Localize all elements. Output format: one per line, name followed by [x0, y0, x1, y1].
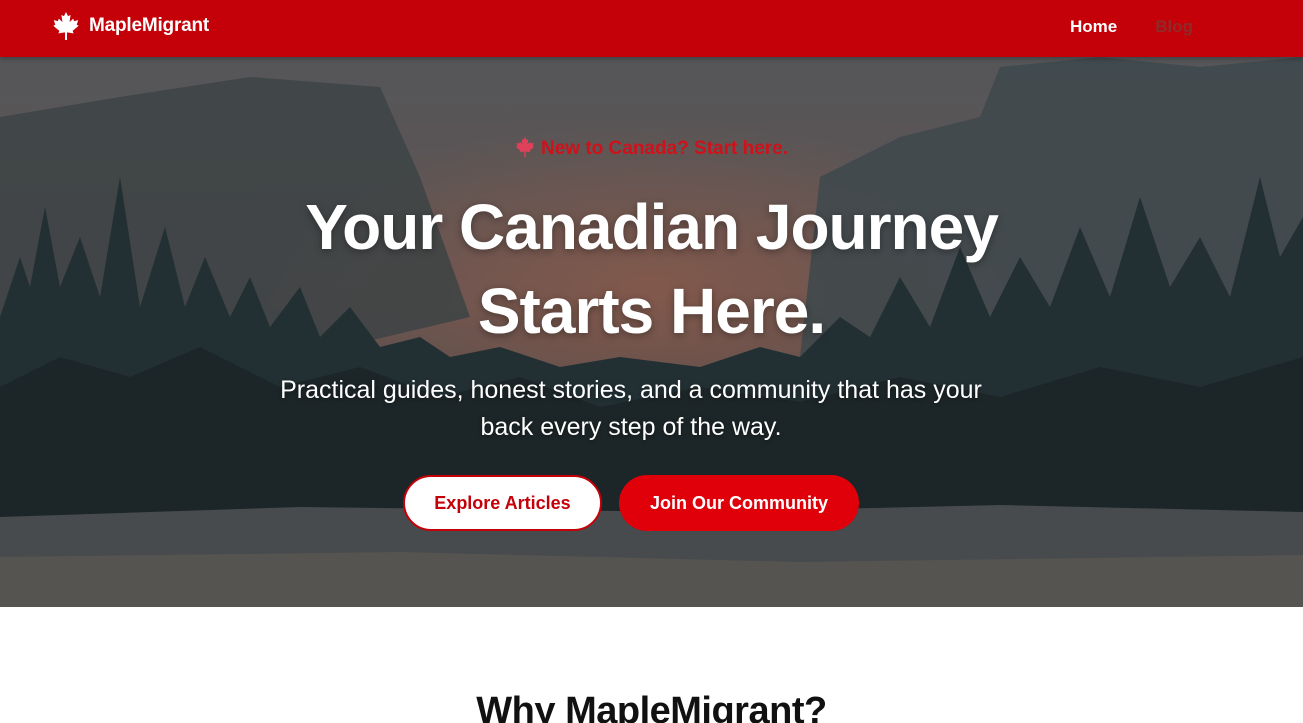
hero-section: New to Canada? Start here. Your Canadian… [0, 57, 1303, 607]
explore-articles-button[interactable]: Explore Articles [403, 475, 602, 531]
top-navbar: MapleMigrant Home Blog [0, 0, 1303, 57]
hero-headline-line1: Your Canadian Journey [305, 191, 999, 263]
nav-links: Home Blog [1032, 17, 1193, 37]
join-community-button[interactable]: Join Our Community [619, 475, 859, 531]
section-title: Why MapleMigrant? [476, 690, 827, 723]
nav-link-blog[interactable]: Blog [1155, 17, 1193, 37]
brand-link[interactable]: MapleMigrant [53, 12, 209, 40]
maple-leaf-icon [515, 137, 535, 157]
hero-subheading-line1: Practical guides, honest stories, and a … [280, 376, 982, 404]
maple-leaf-icon [53, 12, 79, 40]
hero-headline-line2: Starts Here. [477, 275, 826, 347]
hero-kicker-text: New to Canada? Start here. [540, 138, 789, 159]
nav-link-home[interactable]: Home [1070, 17, 1117, 37]
hero-subheading: Practical guides, honest stories, and a … [276, 372, 986, 446]
hero-kicker: New to Canada? Start here. [0, 137, 1303, 160]
hero-headline: Your Canadian Journey Starts Here. [0, 185, 1303, 353]
hero-subheading-line2: back every step of the way. [480, 413, 782, 441]
brand-name: MapleMigrant [89, 15, 210, 36]
